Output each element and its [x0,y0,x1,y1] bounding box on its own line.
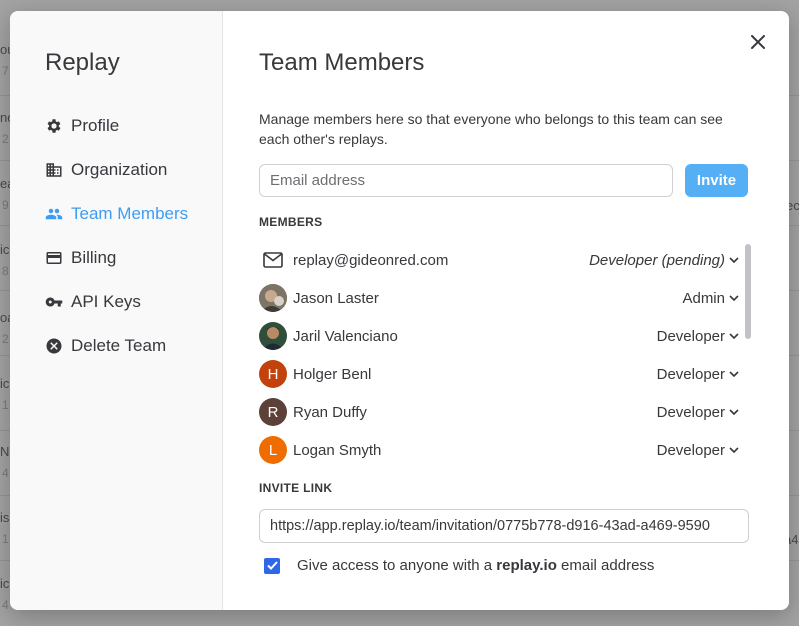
sidebar-item-label: Organization [71,160,168,179]
role-label: Developer [656,441,725,459]
page-title: Team Members [259,49,425,76]
role-dropdown[interactable]: Developer [657,442,739,459]
team-members-panel: Team Members Manage members here so that… [223,11,789,610]
sidebar-item-api-keys[interactable]: API Keys [45,280,222,324]
checkbox-label-prefix: Give access to anyone with a [297,557,497,574]
sidebar-item-label: Profile [71,116,120,135]
people-icon [45,205,63,223]
invite-link-label: INVITE LINK [259,481,333,495]
role-dropdown[interactable]: Admin [682,290,739,307]
members-list: replay@gideonred.com Developer (pending)… [259,241,751,469]
checkbox-label: Give access to anyone with a replay.io e… [297,557,654,574]
chevron-down-icon [729,333,739,339]
list-item: L Logan Smyth Developer [259,431,751,469]
member-name: Logan Smyth [293,441,382,459]
bg-fragment: is [0,510,10,525]
chevron-down-icon [729,447,739,453]
member-name: replay@gideonred.com [293,251,449,269]
members-label: MEMBERS [259,215,323,229]
building-icon [45,161,63,179]
bg-fragment: ic [0,576,10,591]
domain-access-checkbox[interactable] [264,557,280,574]
key-icon [45,293,63,311]
bg-fragment: 1 [2,398,9,412]
bg-fragment: 2 [2,332,9,346]
member-name: Ryan Duffy [293,403,367,421]
checkbox-label-suffix: email address [556,557,655,574]
gear-icon [45,117,63,135]
role-label: Developer [656,327,725,345]
members-scrollbar[interactable] [745,244,751,339]
member-name: Jason Laster [293,289,379,307]
domain-access-option: Give access to anyone with a replay.io e… [259,557,751,574]
bg-fragment: 4 [2,466,9,480]
sidebar-item-team-members[interactable]: Team Members [45,192,222,236]
role-dropdown[interactable]: Developer [657,366,739,383]
credit-card-icon [45,249,63,267]
team-settings-modal: Replay Profile Organization Team Members… [10,11,789,610]
bg-fragment: 4 [2,598,9,612]
sidebar-item-organization[interactable]: Organization [45,148,222,192]
avatar: L [259,436,287,464]
avatar [259,322,287,350]
role-dropdown[interactable]: Developer [657,328,739,345]
x-circle-icon [45,337,63,355]
email-field[interactable] [259,164,673,197]
chevron-down-icon [729,257,739,263]
sidebar-item-billing[interactable]: Billing [45,236,222,280]
close-button[interactable] [747,31,769,53]
role-dropdown[interactable]: Developer (pending) [589,252,739,269]
bg-fragment: 2 [2,132,9,146]
bg-fragment: 8 [2,264,9,278]
page-description: Manage members here so that everyone who… [259,111,723,147]
mail-icon [259,246,287,274]
list-item: R Ryan Duffy Developer [259,393,751,431]
bg-fragment: 9 [2,198,9,212]
role-label: Admin [682,289,725,307]
sidebar-item-label: Team Members [71,204,189,223]
member-name: Holger Benl [293,365,372,383]
list-item: Jaril Valenciano Developer [259,317,751,355]
sidebar-item-label: Billing [71,248,117,267]
settings-sidebar: Replay Profile Organization Team Members… [10,11,223,610]
close-icon [751,35,765,49]
sidebar-item-label: Delete Team [71,336,167,355]
bg-fragment: 1 [2,532,9,546]
bg-fragment: ic [0,242,10,257]
member-name: Jaril Valenciano [293,327,398,345]
list-item: replay@gideonred.com Developer (pending) [259,241,751,279]
invite-link-field[interactable] [259,509,749,543]
chevron-down-icon [729,371,739,377]
checkmark-icon [266,561,278,570]
role-dropdown[interactable]: Developer [657,404,739,421]
bg-fragment: ic [0,376,10,391]
avatar [259,284,287,312]
role-label: Developer [656,365,725,383]
chevron-down-icon [729,409,739,415]
invite-form: Invite [259,164,751,197]
avatar: H [259,360,287,388]
list-item: H Holger Benl Developer [259,355,751,393]
chevron-down-icon [729,295,739,301]
sidebar-item-delete-team[interactable]: Delete Team [45,324,222,368]
bg-fragment: 7 [2,64,9,78]
list-item: Jason Laster Admin [259,279,751,317]
invite-button[interactable]: Invite [685,164,748,197]
role-label: Developer (pending) [589,251,725,269]
sidebar-title: Replay [45,49,120,76]
sidebar-item-label: API Keys [71,292,141,311]
avatar: R [259,398,287,426]
checkbox-label-domain: replay.io [496,557,557,574]
sidebar-item-profile[interactable]: Profile [45,104,222,148]
role-label: Developer [656,403,725,421]
